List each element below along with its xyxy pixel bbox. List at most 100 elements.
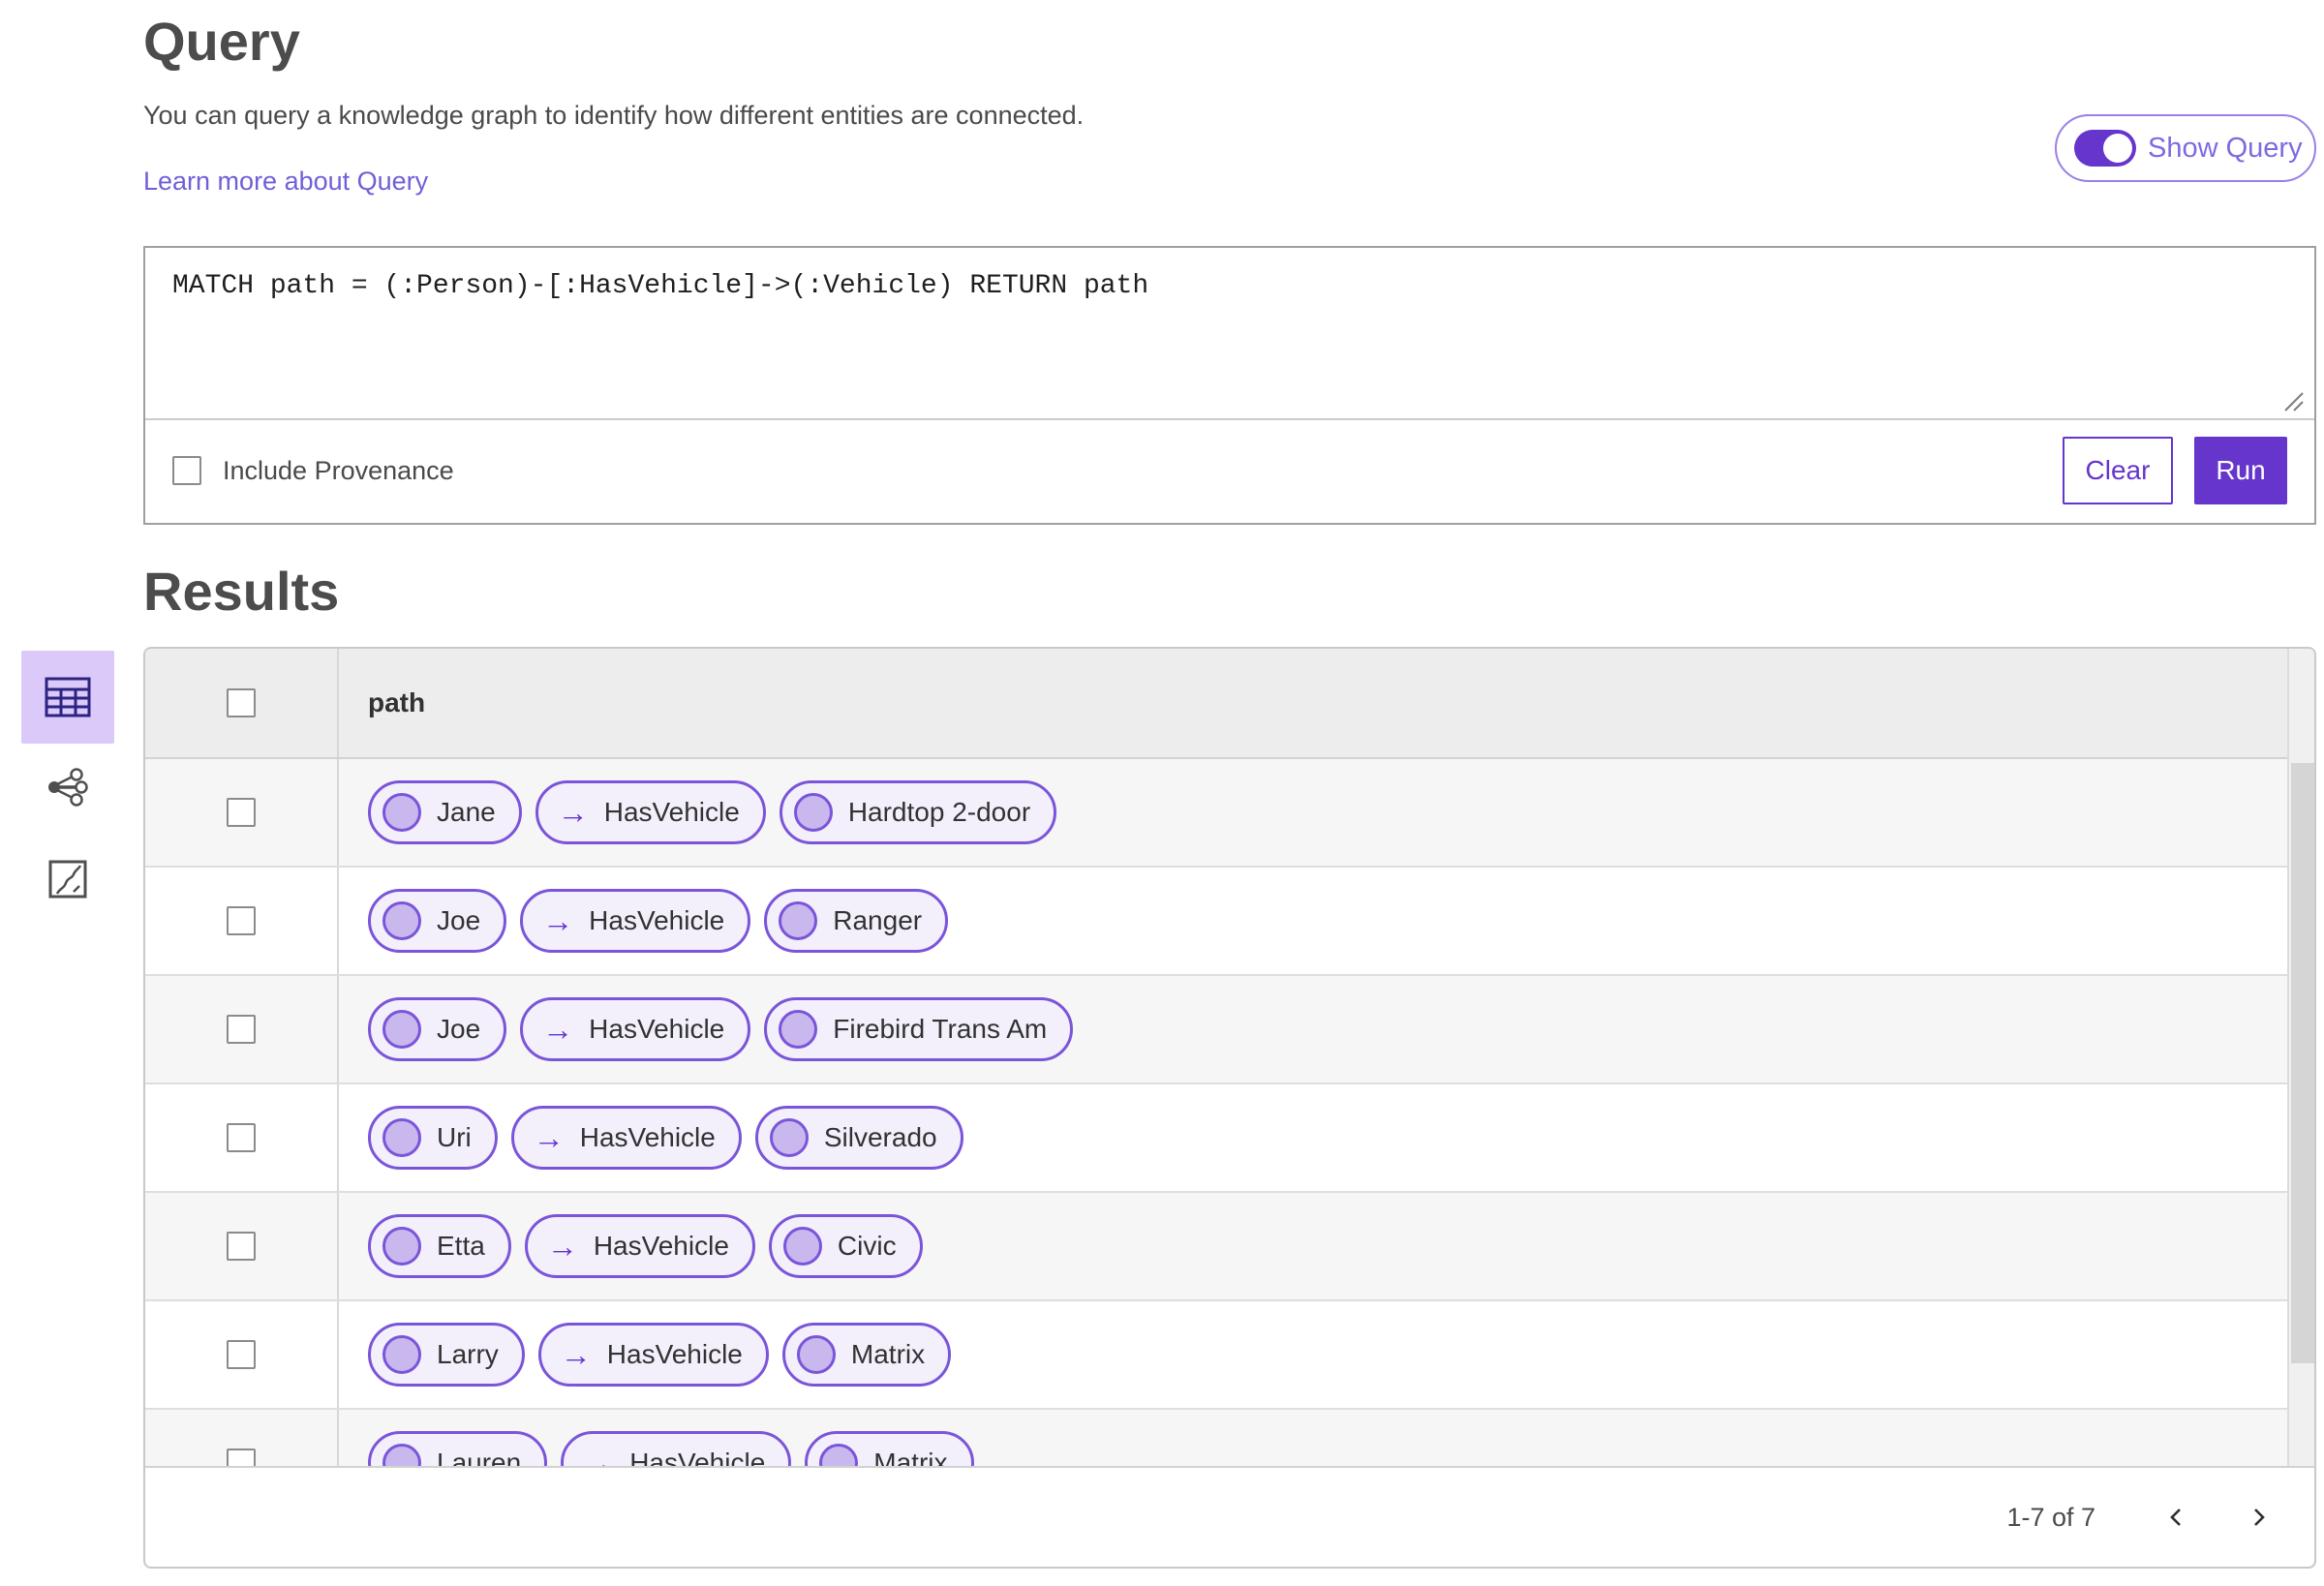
entity-label: Firebird Trans Am bbox=[833, 1014, 1048, 1044]
entity-label: Larry bbox=[437, 1339, 499, 1369]
view-switcher-graph[interactable] bbox=[45, 764, 91, 810]
entity-pill-target[interactable]: Silverado bbox=[754, 1106, 963, 1170]
pagination-range-label: 1-7 of 7 bbox=[2006, 1502, 2095, 1532]
page-title: Query bbox=[143, 11, 300, 72]
row-checkbox[interactable] bbox=[227, 1340, 256, 1369]
relationship-label: HasVehicle bbox=[603, 797, 740, 827]
entity-label: Matrix bbox=[850, 1339, 926, 1369]
graph-icon bbox=[46, 766, 89, 808]
scrollbar-track[interactable] bbox=[2287, 649, 2314, 1567]
scrollbar-thumb[interactable] bbox=[2291, 763, 2314, 1363]
entity-label: Joe bbox=[437, 1014, 481, 1044]
relationship-pill[interactable]: → HasVehicle bbox=[520, 997, 751, 1061]
entity-node-icon bbox=[382, 793, 421, 832]
entity-label: Joe bbox=[437, 905, 481, 935]
results-table: path Jane → HasVehicle Hardtop 2-door Jo… bbox=[143, 647, 2316, 1569]
learn-more-link[interactable]: Learn more about Query bbox=[143, 167, 428, 197]
include-provenance-checkbox[interactable] bbox=[172, 456, 201, 485]
relationship-label: HasVehicle bbox=[606, 1339, 743, 1369]
include-provenance-label: Include Provenance bbox=[223, 455, 454, 485]
row-checkbox[interactable] bbox=[227, 1123, 256, 1152]
row-checkbox[interactable] bbox=[227, 1015, 256, 1044]
results-title: Results bbox=[143, 561, 340, 622]
entity-pill-source[interactable]: Joe bbox=[368, 889, 507, 953]
arrow-right-icon: → bbox=[542, 1012, 574, 1047]
path-cell: Joe → HasVehicle Firebird Trans Am bbox=[339, 976, 2314, 1083]
query-editor bbox=[145, 248, 2314, 420]
entity-pill-target[interactable]: Ranger bbox=[764, 889, 949, 953]
path-cell: Uri → HasVehicle Silverado bbox=[339, 1084, 2314, 1191]
table-row: Joe → HasVehicle Ranger bbox=[145, 868, 2314, 976]
column-header-path: path bbox=[368, 687, 426, 717]
entity-pill-target[interactable]: Matrix bbox=[781, 1323, 952, 1387]
entity-pill-source[interactable]: Joe bbox=[368, 997, 507, 1061]
toggle-knob-icon bbox=[2103, 134, 2132, 163]
table-header-row: path bbox=[145, 649, 2314, 759]
arrow-right-icon: → bbox=[546, 1229, 578, 1264]
previous-page-button[interactable] bbox=[2156, 1496, 2198, 1539]
entity-pill-source[interactable]: Jane bbox=[368, 780, 522, 844]
path-cell: Joe → HasVehicle Ranger bbox=[339, 868, 2314, 974]
arrow-right-icon: → bbox=[557, 795, 589, 830]
relationship-label: HasVehicle bbox=[589, 905, 725, 935]
map-icon bbox=[47, 859, 88, 900]
path-cell: Larry → HasVehicle Matrix bbox=[339, 1301, 2314, 1408]
arrow-right-icon: → bbox=[533, 1120, 565, 1155]
entity-node-icon bbox=[769, 1118, 809, 1157]
entity-node-icon bbox=[782, 1227, 822, 1266]
entity-label: Uri bbox=[437, 1122, 472, 1152]
arrow-right-icon: → bbox=[542, 903, 574, 938]
chevron-left-icon bbox=[2165, 1506, 2188, 1529]
page-description: You can query a knowledge graph to ident… bbox=[143, 101, 1085, 130]
entity-node-icon bbox=[779, 901, 818, 940]
relationship-label: HasVehicle bbox=[593, 1231, 729, 1261]
entity-pill-source[interactable]: Larry bbox=[368, 1323, 525, 1387]
relationship-pill[interactable]: → HasVehicle bbox=[537, 1323, 769, 1387]
next-page-button[interactable] bbox=[2237, 1496, 2279, 1539]
chevron-right-icon bbox=[2247, 1506, 2270, 1529]
entity-node-icon bbox=[793, 793, 833, 832]
relationship-pill[interactable]: → HasVehicle bbox=[520, 889, 751, 953]
relationship-pill[interactable]: → HasVehicle bbox=[510, 1106, 742, 1170]
entity-pill-source[interactable]: Etta bbox=[368, 1214, 511, 1278]
entity-node-icon bbox=[796, 1335, 836, 1374]
table-row: Uri → HasVehicle Silverado bbox=[145, 1084, 2314, 1193]
relationship-pill[interactable]: → HasVehicle bbox=[535, 780, 766, 844]
row-checkbox-cell bbox=[145, 976, 339, 1083]
path-cell: Jane → HasVehicle Hardtop 2-door bbox=[339, 759, 2314, 866]
select-all-checkbox[interactable] bbox=[227, 688, 256, 717]
row-checkbox-cell bbox=[145, 1084, 339, 1191]
entity-node-icon bbox=[382, 1118, 421, 1157]
view-switcher-map[interactable] bbox=[46, 858, 89, 900]
row-checkbox[interactable] bbox=[227, 906, 256, 935]
query-box: Include Provenance Clear Run bbox=[143, 246, 2316, 525]
show-query-label: Show Query bbox=[2148, 132, 2303, 164]
query-input[interactable] bbox=[145, 248, 2314, 418]
table-body: Jane → HasVehicle Hardtop 2-door Joe → H… bbox=[145, 759, 2314, 1518]
entity-pill-target[interactable]: Firebird Trans Am bbox=[764, 997, 1074, 1061]
entity-node-icon bbox=[382, 1010, 421, 1049]
entity-pill-source[interactable]: Uri bbox=[368, 1106, 498, 1170]
view-switcher-table[interactable] bbox=[21, 651, 114, 744]
relationship-label: HasVehicle bbox=[589, 1014, 725, 1044]
query-footer: Include Provenance Clear Run bbox=[145, 420, 2314, 521]
row-checkbox-cell bbox=[145, 1193, 339, 1299]
entity-pill-target[interactable]: Hardtop 2-door bbox=[779, 780, 1057, 844]
table-row: Larry → HasVehicle Matrix bbox=[145, 1301, 2314, 1410]
relationship-pill[interactable]: → HasVehicle bbox=[524, 1214, 755, 1278]
arrow-right-icon: → bbox=[560, 1337, 592, 1372]
row-checkbox[interactable] bbox=[227, 1232, 256, 1261]
entity-label: Ranger bbox=[833, 905, 923, 935]
clear-button[interactable]: Clear bbox=[2063, 437, 2173, 504]
entity-label: Civic bbox=[837, 1231, 897, 1261]
row-checkbox-cell bbox=[145, 1301, 339, 1408]
entity-pill-target[interactable]: Civic bbox=[768, 1214, 923, 1278]
toggle-track-icon bbox=[2074, 130, 2136, 167]
table-icon bbox=[44, 676, 92, 718]
resize-handle-icon[interactable] bbox=[2279, 387, 2305, 412]
run-button[interactable]: Run bbox=[2194, 437, 2287, 504]
row-checkbox[interactable] bbox=[227, 798, 256, 827]
show-query-toggle[interactable]: Show Query bbox=[2055, 114, 2316, 182]
entity-label: Jane bbox=[437, 797, 496, 827]
entity-node-icon bbox=[382, 901, 421, 940]
